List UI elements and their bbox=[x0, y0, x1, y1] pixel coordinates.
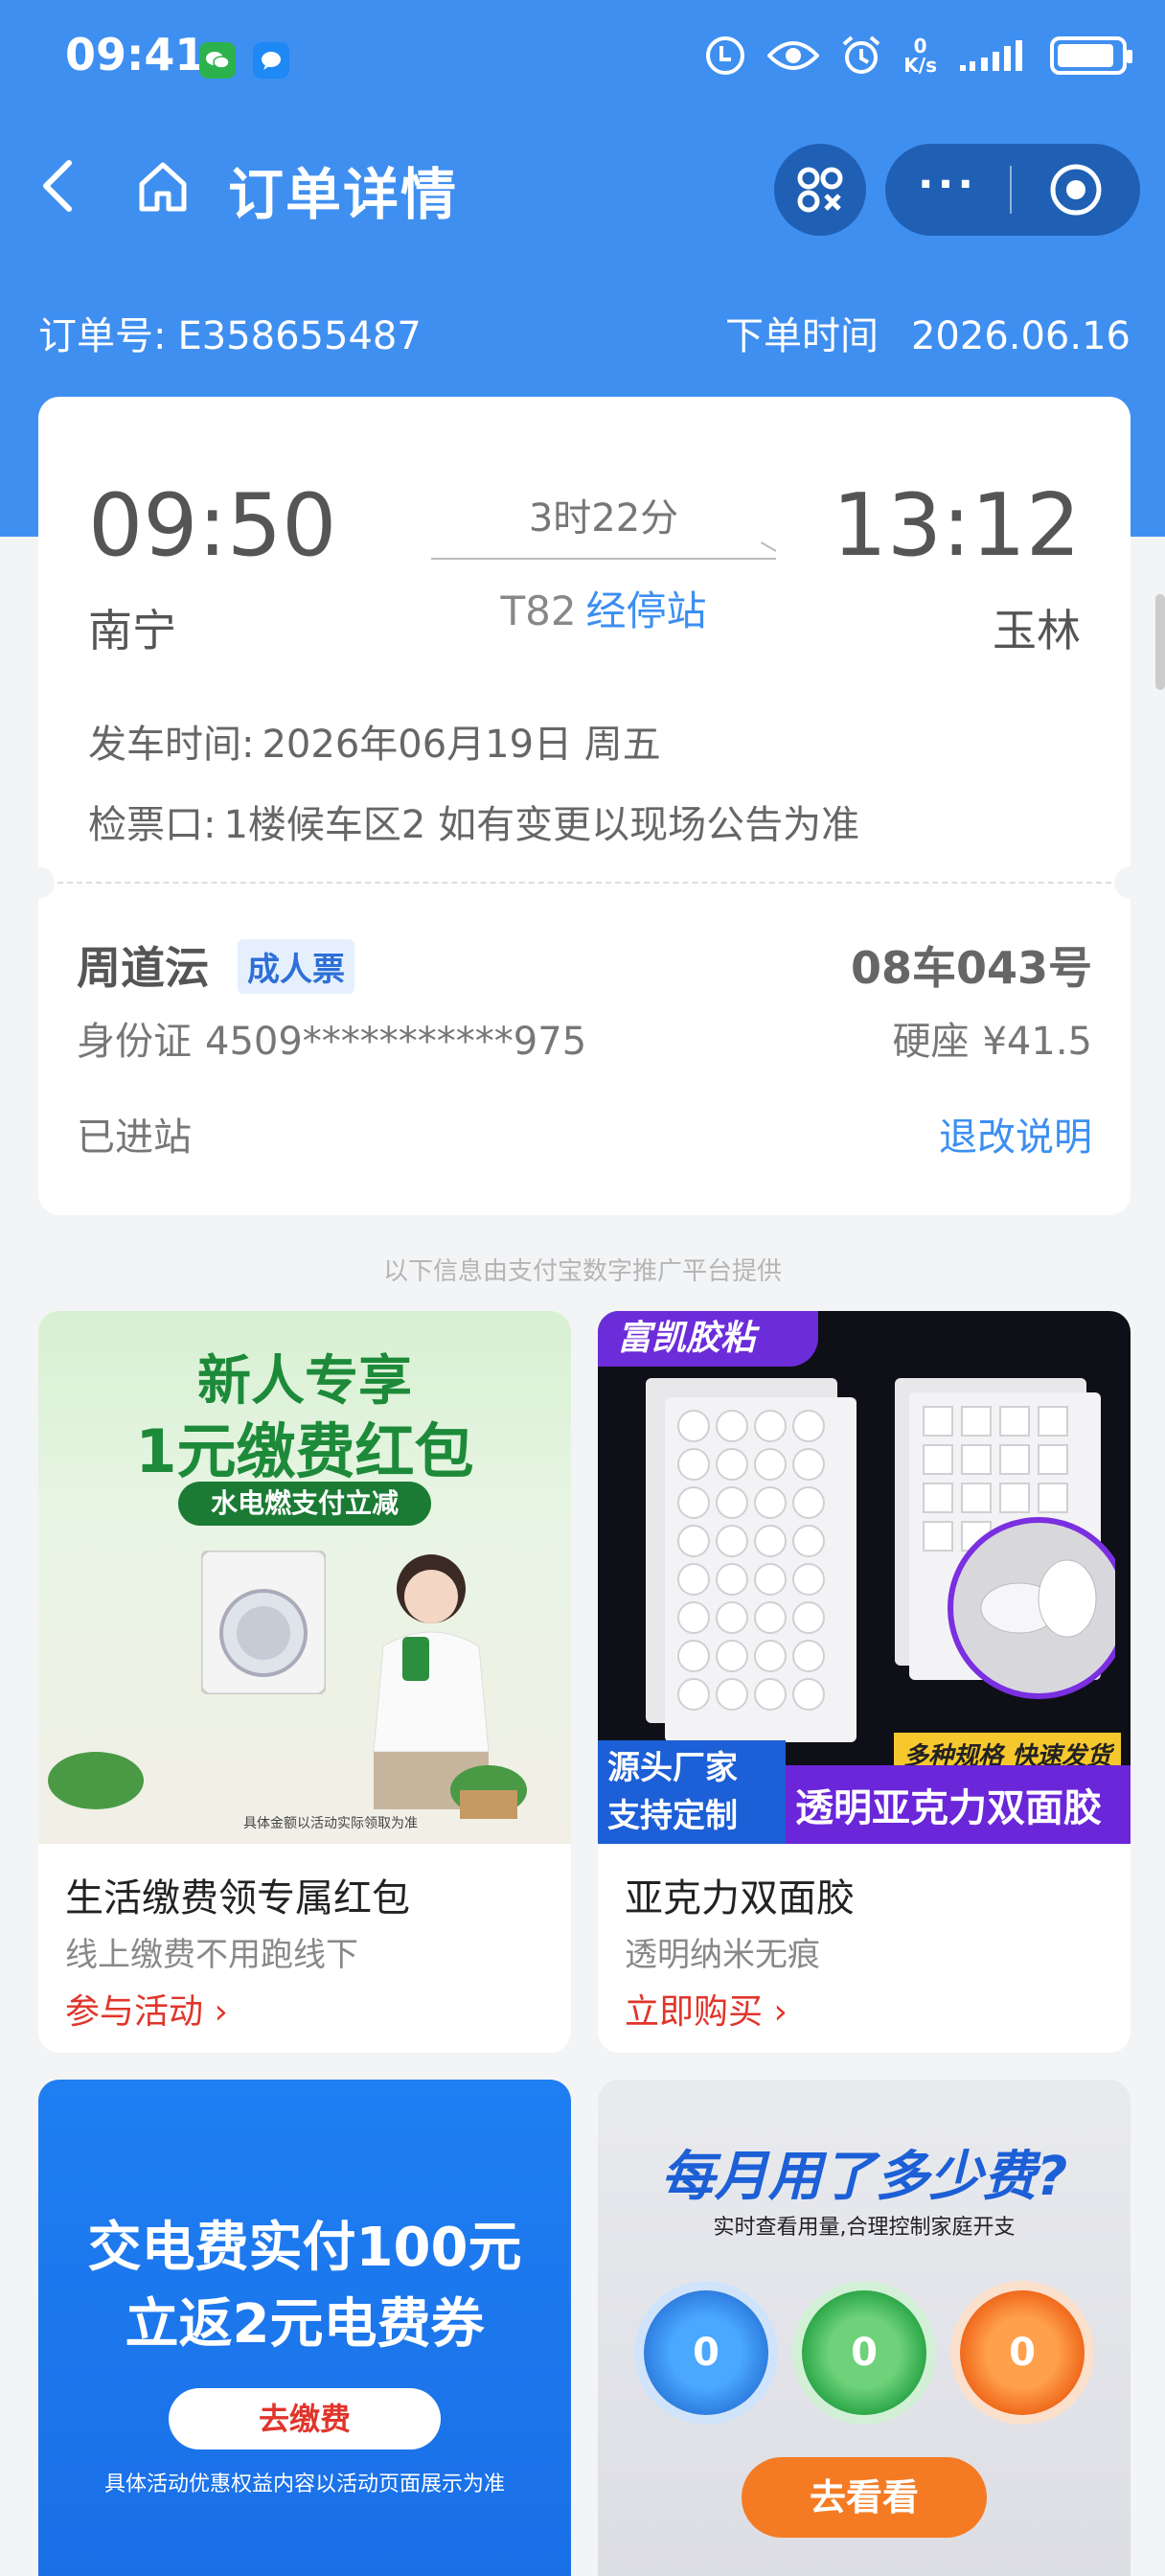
ad-headline: 每月用了多少费? bbox=[660, 2146, 1068, 2208]
status-icons: 0 K/s bbox=[704, 34, 1132, 77]
ticket-notch-left bbox=[22, 866, 55, 899]
ticket-type-badge: 成人票 bbox=[238, 939, 354, 994]
alarm-icon bbox=[842, 35, 880, 74]
status-time: 09:41 bbox=[65, 29, 206, 80]
train-number: T82 bbox=[500, 587, 577, 634]
gas-gauge: 0 bbox=[960, 2290, 1085, 2415]
depart-city: 南宁 bbox=[88, 605, 176, 656]
scan-button[interactable] bbox=[774, 144, 866, 236]
ad-image-electricity: 交电费实付100元 立返2元电费券 去缴费 具体活动优惠权益内容以活动页面展示为… bbox=[38, 2080, 571, 2576]
pay-button[interactable]: 去缴费 bbox=[169, 2388, 441, 2450]
illustration-washing-machine bbox=[201, 1551, 326, 1694]
scrollbar[interactable] bbox=[1155, 594, 1165, 690]
arrive-city: 玉林 bbox=[993, 605, 1081, 656]
page-title: 订单详情 bbox=[228, 162, 459, 227]
nav-bar: 订单详情 ··· bbox=[0, 134, 1165, 240]
route-arrow bbox=[431, 558, 776, 560]
ad-image-usage: 每月用了多少费? 实时查看用量,合理控制家庭开支 0 0 0 去看看 bbox=[598, 2080, 1131, 2576]
battery-icon bbox=[1050, 36, 1132, 75]
depart-time: 09:50 bbox=[88, 475, 337, 576]
ad-headline-1: 交电费实付100元 bbox=[87, 2217, 522, 2279]
chevron-right-icon: › bbox=[763, 1992, 788, 2032]
ad-card-tape[interactable]: 富凯胶粘 多种规格 快速发货 源头厂家 支持定制 透明亚克力双面胶 亚克力双面胶 … bbox=[598, 1311, 1131, 2053]
message-app-icon bbox=[253, 42, 289, 79]
ad-action-link[interactable]: 参与活动 › bbox=[65, 1984, 228, 2034]
mini-program-capsule: ··· bbox=[885, 144, 1140, 236]
stops-link[interactable]: 经停站 bbox=[586, 587, 707, 634]
eye-icon bbox=[767, 41, 820, 70]
ad-card-usage[interactable]: 每月用了多少费? 实时查看用量,合理控制家庭开支 0 0 0 去看看 bbox=[598, 2080, 1131, 2576]
close-mini-program-button[interactable] bbox=[1012, 162, 1140, 218]
depart-date-line: 发车时间: 2026年06月19日 周五 bbox=[88, 723, 661, 767]
ticket-notch-right bbox=[1114, 866, 1147, 899]
ad-image-tape: 富凯胶粘 多种规格 快速发货 源头厂家 支持定制 透明亚克力双面胶 bbox=[598, 1311, 1131, 1844]
passenger-name: 周道沄 bbox=[77, 942, 209, 994]
refund-info-link[interactable]: 退改说明 bbox=[939, 1106, 1092, 1162]
ticket-card: 09:50 南宁 13:12 玉林 3时22分 T82 经停站 发车时间: 2026… bbox=[22, 397, 1147, 1215]
ad-banner-disclaimer: 具体金额以活动实际领取为准 bbox=[243, 1816, 418, 1831]
ad-banner-pill: 水电燃支付立减 bbox=[178, 1482, 431, 1526]
gate-line: 检票口: 1楼候车区2 如有变更以现场公告为准 bbox=[88, 803, 860, 847]
arrive-time: 13:12 bbox=[832, 475, 1081, 576]
ad-ribbon-right: 透明亚克力双面胶 bbox=[795, 1786, 1102, 1830]
ad-subtitle: 透明纳米无痕 bbox=[625, 1936, 820, 1974]
ad-title: 生活缴费领专属红包 bbox=[65, 1876, 410, 1920]
ad-banner-line2: 1元缴费红包 bbox=[135, 1416, 474, 1486]
data-saver-icon bbox=[706, 36, 745, 75]
electricity-gauge: 0 bbox=[802, 2290, 926, 2415]
wechat-icon bbox=[199, 42, 236, 79]
ad-card-electricity[interactable]: 交电费实付100元 立返2元电费券 去缴费 具体活动优惠权益内容以活动页面展示为… bbox=[38, 2080, 571, 2576]
water-gauge: 0 bbox=[644, 2290, 768, 2415]
id-line: 身份证 4509***********975 bbox=[77, 1020, 587, 1064]
illustration-plants bbox=[48, 1752, 527, 1819]
ticket-divider bbox=[57, 882, 1111, 884]
order-number: 订单号: E358655487 bbox=[38, 314, 422, 358]
scan-icon bbox=[797, 167, 843, 213]
ad-card-bill-payment[interactable]: 新人专享 1元缴费红包 水电燃支付立减 具体金额以活动实际领取为准 生活缴费领专… bbox=[38, 1311, 571, 2053]
ad-action-link[interactable]: 立即购买 › bbox=[625, 1984, 788, 2034]
seat-number: 08车043号 bbox=[850, 942, 1092, 994]
target-icon bbox=[1050, 164, 1102, 216]
illustration-tape-sheets bbox=[646, 1378, 1115, 1742]
ad-subline: 实时查看用量,合理控制家庭开支 bbox=[713, 2216, 1016, 2240]
back-button[interactable] bbox=[34, 157, 82, 218]
more-menu-button[interactable]: ··· bbox=[885, 164, 1010, 206]
ad-headline-2: 立返2元电费券 bbox=[125, 2293, 485, 2356]
ticket-status: 已进站 bbox=[77, 1116, 192, 1160]
ad-image-bill-payment: 新人专享 1元缴费红包 水电燃支付立减 具体金额以活动实际领取为准 bbox=[38, 1311, 571, 1844]
home-button[interactable] bbox=[134, 157, 192, 218]
signal-icon bbox=[960, 40, 1022, 71]
chevron-right-icon: › bbox=[203, 1992, 228, 2032]
ad-brand-label: 富凯胶粘 bbox=[598, 1311, 818, 1367]
status-bar: 09:41 0 K/s bbox=[0, 0, 1165, 117]
view-button[interactable]: 去看看 bbox=[742, 2457, 987, 2538]
order-time: 下单时间 2026.06.16 bbox=[724, 314, 1131, 358]
price-line: 硬座 ¥41.5 bbox=[892, 1020, 1092, 1064]
train-info: T82 经停站 bbox=[431, 579, 776, 637]
ad-ribbon-left: 源头厂家 支持定制 bbox=[598, 1740, 786, 1844]
ad-disclaimer: 具体活动优惠权益内容以活动页面展示为准 bbox=[103, 2472, 505, 2496]
ad-subtitle: 线上缴费不用跑线下 bbox=[65, 1936, 358, 1974]
ad-source-note: 以下信息由支付宝数字推广平台提供 bbox=[382, 1257, 782, 1286]
net-speed: 0 K/s bbox=[903, 34, 937, 77]
ad-title: 亚克力双面胶 bbox=[625, 1876, 855, 1920]
trip-duration: 3时22分 bbox=[528, 496, 679, 540]
